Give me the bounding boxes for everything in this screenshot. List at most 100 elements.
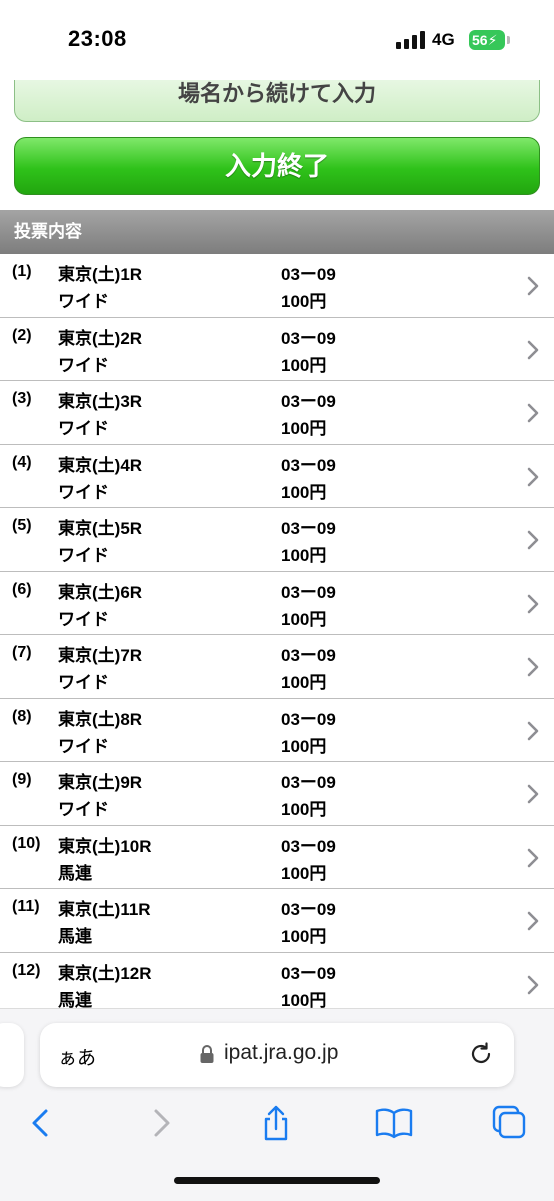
bet-race: 東京(土)3R: [58, 392, 143, 411]
bet-row[interactable]: (3) 東京(土)3R ワイド 03ー09 100円: [0, 381, 554, 445]
share-icon[interactable]: [256, 1105, 296, 1141]
bet-row[interactable]: (5) 東京(土)5R ワイド 03ー09 100円: [0, 508, 554, 572]
bet-combination: 03ー09: [281, 963, 336, 983]
tabs-icon[interactable]: [490, 1105, 530, 1141]
bet-index: (7): [12, 644, 32, 661]
bet-type: 馬連: [58, 863, 92, 883]
battery-cap: [507, 36, 510, 44]
bet-type: ワイド: [58, 355, 109, 375]
bet-row[interactable]: (2) 東京(土)2R ワイド 03ー09 100円: [0, 317, 554, 381]
chevron-right-icon: [527, 530, 539, 550]
bet-amount: 100円: [281, 292, 327, 311]
bet-row[interactable]: (7) 東京(土)7R ワイド 03ー09 100円: [0, 635, 554, 699]
bet-type: ワイド: [58, 736, 109, 756]
bet-index: (1): [12, 263, 32, 280]
bet-combination: 03ー09: [281, 836, 336, 856]
bet-amount: 100円: [281, 482, 327, 502]
bet-row[interactable]: (10) 東京(土)10R 馬連 03ー09 100円: [0, 825, 554, 889]
chevron-right-icon: [527, 276, 539, 296]
bet-race: 東京(土)9R: [58, 773, 143, 792]
bet-amount: 100円: [281, 419, 327, 438]
section-header: 投票内容: [0, 210, 554, 254]
bet-race: 東京(土)4R: [58, 455, 143, 475]
bet-type: 馬連: [58, 990, 92, 1010]
bet-index: (9): [12, 771, 32, 788]
bet-type: ワイド: [58, 609, 109, 629]
bet-combination: 03ー09: [281, 900, 336, 919]
bet-combination: 03ー09: [281, 328, 336, 348]
home-indicator: [174, 1177, 380, 1184]
chevron-right-icon: [527, 594, 539, 613]
bet-amount: 100円: [281, 736, 327, 756]
browser-bar: ぁあ ipat.jra.go.jp: [0, 1008, 554, 1201]
bet-amount: 100円: [281, 863, 327, 883]
page-settings-button[interactable]: ぁあ: [58, 1043, 96, 1070]
bet-race: 東京(土)1R: [58, 265, 143, 284]
bet-combination: 03ー09: [281, 646, 336, 665]
forward-icon[interactable]: [140, 1105, 180, 1141]
bet-amount: 100円: [281, 355, 327, 375]
bet-type: ワイド: [58, 546, 109, 565]
url-text: ipat.jra.go.jp: [224, 1041, 339, 1064]
bet-type: ワイド: [58, 292, 109, 311]
bet-race: 東京(土)6R: [58, 582, 143, 602]
bet-amount: 100円: [281, 673, 327, 692]
bet-row[interactable]: (12) 東京(土)12R 馬連 03ー09 100円: [0, 952, 554, 1016]
chevron-right-icon: [527, 911, 539, 931]
address-bar[interactable]: ぁあ ipat.jra.go.jp: [40, 1023, 514, 1087]
bet-combination: 03ー09: [281, 519, 336, 538]
bet-amount: 100円: [281, 546, 327, 565]
bet-index: (5): [12, 517, 32, 534]
status-time: 23:08: [68, 26, 127, 51]
bet-race: 東京(土)11R: [58, 900, 151, 919]
back-icon[interactable]: [22, 1105, 62, 1141]
chevron-right-icon: [527, 403, 539, 423]
network-type: 4G: [432, 30, 455, 49]
bet-row[interactable]: (6) 東京(土)6R ワイド 03ー09 100円: [0, 571, 554, 635]
bet-row[interactable]: (1) 東京(土)1R ワイド 03ー09 100円: [0, 254, 554, 318]
bet-amount: 100円: [281, 609, 327, 629]
bet-index: (12): [12, 961, 41, 979]
bet-combination: 03ー09: [281, 773, 336, 792]
bet-race: 東京(土)10R: [58, 836, 152, 856]
bet-row[interactable]: (11) 東京(土)11R 馬連 03ー09 100円: [0, 889, 554, 953]
cellular-signal-icon: [396, 31, 425, 49]
reload-icon[interactable]: [468, 1041, 494, 1067]
bet-type: ワイド: [58, 673, 109, 692]
bet-type: ワイド: [58, 482, 109, 502]
chevron-right-icon: [527, 784, 539, 804]
bet-combination: 03ー09: [281, 455, 336, 475]
bet-amount: 100円: [281, 800, 327, 819]
bet-index: (2): [12, 326, 32, 344]
bookmarks-icon[interactable]: [374, 1105, 414, 1141]
battery-icon: 56⚡: [469, 30, 505, 50]
bet-index: (11): [12, 898, 40, 915]
bet-row[interactable]: (9) 東京(土)9R ワイド 03ー09 100円: [0, 762, 554, 826]
bet-race: 東京(土)8R: [58, 709, 143, 729]
bet-race: 東京(土)7R: [58, 646, 143, 665]
bet-index: (8): [12, 707, 32, 725]
lock-icon: [200, 1045, 214, 1063]
bet-race: 東京(土)5R: [58, 519, 143, 538]
bet-combination: 03ー09: [281, 265, 336, 284]
bet-index: (6): [12, 580, 32, 598]
bet-list: (1) 東京(土)1R ワイド 03ー09 100円 (2) 東京(土)2R ワイド 03ー09…: [0, 254, 554, 1016]
bet-row[interactable]: (8) 東京(土)8R ワイド 03ー09 100円: [0, 698, 554, 762]
bet-type: 馬連: [58, 927, 92, 946]
bet-combination: 03ー09: [281, 582, 336, 602]
bet-combination: 03ー09: [281, 709, 336, 729]
bet-combination: 03ー09: [281, 392, 336, 411]
chevron-right-icon: [527, 340, 539, 359]
bet-index: (10): [12, 834, 41, 852]
bet-amount: 100円: [281, 990, 327, 1010]
bet-race: 東京(土)12R: [58, 963, 152, 983]
finish-input-button[interactable]: 入力終了: [14, 137, 540, 195]
chevron-right-icon: [527, 657, 539, 677]
chevron-right-icon: [527, 467, 539, 486]
chevron-right-icon: [527, 721, 539, 740]
bet-type: ワイド: [58, 800, 109, 819]
bet-row[interactable]: (4) 東京(土)4R ワイド 03ー09 100円: [0, 444, 554, 508]
previous-tab-card[interactable]: [0, 1023, 24, 1087]
bet-index: (3): [12, 390, 32, 407]
chevron-right-icon: [527, 975, 539, 994]
